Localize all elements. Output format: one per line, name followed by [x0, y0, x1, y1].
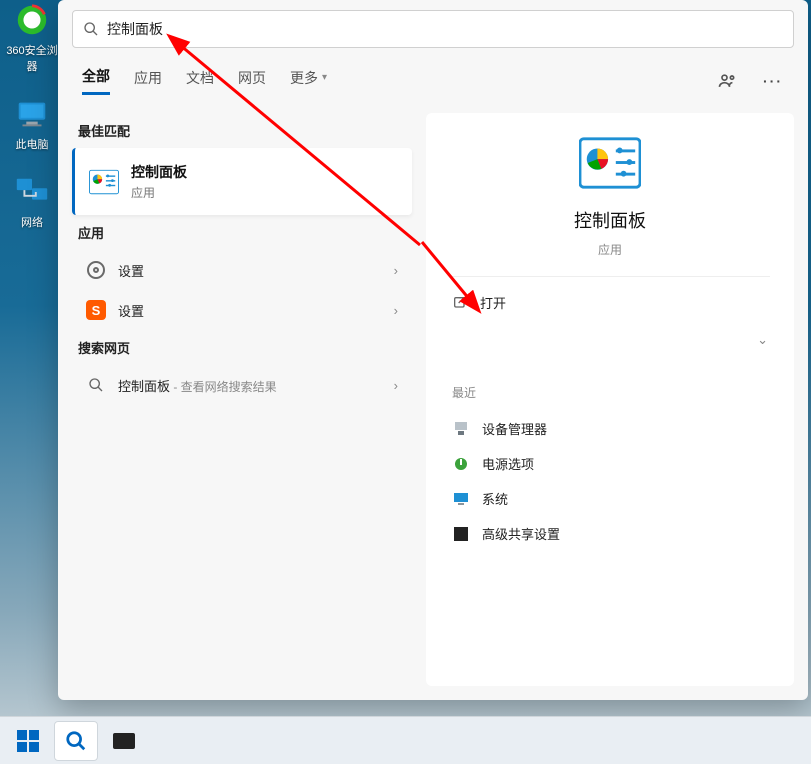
desktop-icon-label: 网络 [21, 214, 43, 230]
search-bar[interactable] [72, 10, 794, 48]
expand-actions[interactable]: ⌄ [450, 322, 770, 358]
search-icon [65, 730, 87, 752]
search-icon [86, 375, 106, 395]
search-tabs: 全部 应用 文档 网页 更多▾ ··· [58, 48, 808, 103]
desktop-icon-label: 360安全浏器 [6, 42, 57, 74]
taskbar [0, 716, 811, 764]
device-manager-icon [452, 420, 470, 438]
browser-360-icon [12, 0, 52, 40]
recent-label-text: 设备管理器 [482, 419, 547, 438]
chevron-right-icon: › [394, 263, 398, 278]
search-icon [83, 21, 99, 37]
recent-advanced-sharing[interactable]: 高级共享设置 [450, 516, 770, 551]
web-search-label: 控制面板 - 查看网络搜索结果 [118, 376, 382, 395]
tab-web[interactable]: 网页 [238, 68, 266, 94]
tab-apps[interactable]: 应用 [134, 68, 162, 94]
section-apps: 应用 [72, 215, 412, 250]
app-row-sogou-settings[interactable]: S 设置 › [72, 290, 412, 330]
chevron-down-icon: ⌄ [757, 332, 768, 348]
desktop-icon-label: 此电脑 [16, 136, 49, 152]
desktop-icon-network[interactable]: 网络 [4, 172, 60, 230]
best-match-title: 控制面板 [131, 162, 187, 182]
windows-logo-icon [17, 730, 39, 752]
tab-docs[interactable]: 文档 [186, 68, 214, 94]
recent-device-manager[interactable]: 设备管理器 [450, 411, 770, 446]
tab-all[interactable]: 全部 [82, 66, 110, 95]
recent-system[interactable]: 系统 [450, 481, 770, 516]
chevron-right-icon: › [394, 303, 398, 318]
more-options-icon[interactable]: ··· [762, 70, 784, 92]
this-pc-icon [12, 94, 52, 134]
tab-more[interactable]: 更多▾ [290, 68, 327, 94]
search-flyout: 全部 应用 文档 网页 更多▾ ··· 最佳匹配 控制面板 应用 应用 设置 › [58, 0, 808, 700]
web-search-row[interactable]: 控制面板 - 查看网络搜索结果 › [72, 365, 412, 405]
divider [450, 276, 770, 277]
taskbar-search-button[interactable] [54, 721, 98, 761]
task-view-icon [113, 733, 135, 749]
best-match-item[interactable]: 控制面板 应用 [72, 148, 412, 215]
task-view-button[interactable] [102, 721, 146, 761]
chevron-right-icon: › [394, 378, 398, 393]
power-options-icon [452, 455, 470, 473]
desktop-icon-this-pc[interactable]: 此电脑 [4, 94, 60, 152]
open-action[interactable]: 打开 [450, 283, 770, 322]
gear-icon [86, 260, 106, 280]
app-row-label: 设置 [118, 261, 382, 280]
start-button[interactable] [6, 721, 50, 761]
recent-power-options[interactable]: 电源选项 [450, 446, 770, 481]
control-panel-icon [89, 167, 119, 197]
app-row-label: 设置 [118, 301, 382, 320]
recent-label-text: 高级共享设置 [482, 524, 560, 543]
results-list: 最佳匹配 控制面板 应用 应用 设置 › S 设置 › 搜索网页 [72, 113, 412, 686]
section-best-match: 最佳匹配 [72, 113, 412, 148]
recent-label: 最近 [452, 384, 770, 401]
recent-label-text: 电源选项 [482, 454, 534, 473]
app-row-settings[interactable]: 设置 › [72, 250, 412, 290]
open-label: 打开 [480, 293, 506, 312]
desktop-icon-360[interactable]: 360安全浏器 [4, 0, 60, 74]
open-icon [452, 295, 468, 311]
preview-title: 控制面板 [574, 207, 646, 233]
section-web: 搜索网页 [72, 330, 412, 365]
preview-pane: 控制面板 应用 打开 ⌄ 最近 设备管理器 电源选项 [426, 113, 794, 686]
network-icon [12, 172, 52, 212]
search-input[interactable] [107, 21, 783, 37]
recent-label-text: 系统 [482, 489, 508, 508]
sharing-icon [452, 525, 470, 543]
best-match-subtitle: 应用 [131, 184, 187, 201]
chevron-down-icon: ▾ [322, 72, 327, 83]
desktop-icons: 360安全浏器 此电脑 网络 [4, 0, 60, 230]
preview-subtitle: 应用 [598, 241, 622, 258]
account-icon[interactable] [716, 70, 738, 92]
system-icon [452, 490, 470, 508]
sogou-icon: S [86, 300, 106, 320]
control-panel-icon [579, 137, 641, 189]
